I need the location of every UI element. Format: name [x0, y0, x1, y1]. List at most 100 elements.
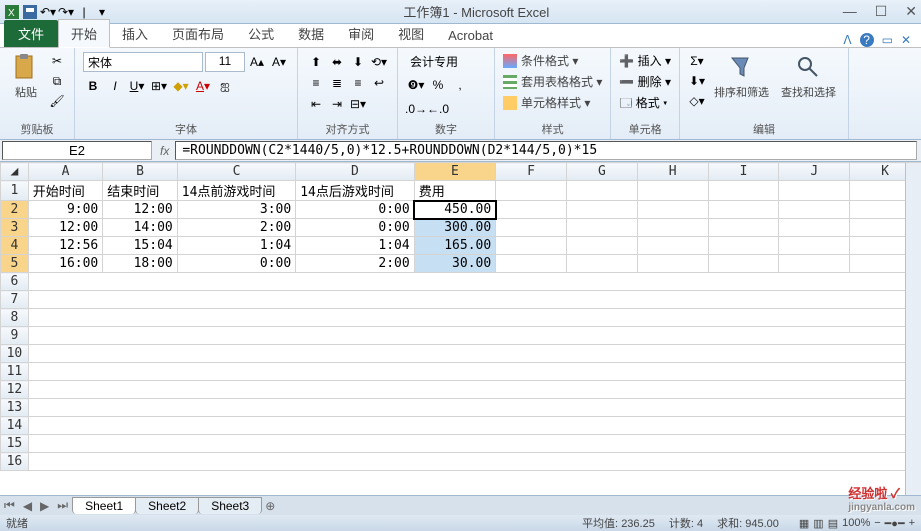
align-left-icon[interactable]: ≡: [306, 73, 326, 93]
insert-cells-button[interactable]: ➕ 插入 ▾: [619, 52, 671, 69]
cell[interactable]: 30.00: [414, 255, 496, 273]
cell[interactable]: 12:00: [28, 219, 102, 237]
tab-review[interactable]: 审阅: [336, 20, 386, 47]
cell[interactable]: 12:56: [28, 237, 102, 255]
tab-view[interactable]: 视图: [386, 20, 436, 47]
col-header[interactable]: E: [414, 163, 496, 181]
active-cell[interactable]: 450.00: [414, 201, 496, 219]
fx-icon[interactable]: fx: [154, 144, 175, 158]
col-header[interactable]: F: [496, 163, 567, 181]
minimize-button[interactable]: —: [843, 3, 857, 20]
col-header[interactable]: D: [296, 163, 414, 181]
worksheet-grid[interactable]: ◢ A B C D E F G H I J K 1 开始时间 结束时间 14点前…: [0, 162, 921, 472]
decrease-font-icon[interactable]: A▾: [269, 52, 289, 72]
delete-cells-button[interactable]: ➖ 删除 ▾: [619, 73, 671, 90]
format-cells-button[interactable]: 🗔 格式 ▾: [619, 94, 667, 115]
format-painter-icon[interactable]: 🖌: [48, 92, 66, 110]
comma-icon[interactable]: ,: [450, 75, 470, 95]
cell[interactable]: 结束时间: [103, 181, 177, 201]
col-header[interactable]: J: [779, 163, 850, 181]
cell[interactable]: 14:00: [103, 219, 177, 237]
zoom-level[interactable]: 100%: [842, 517, 870, 529]
fill-icon[interactable]: ⬇▾: [688, 72, 706, 90]
align-top-icon[interactable]: ⬆: [306, 52, 326, 72]
cell[interactable]: 1:04: [296, 237, 414, 255]
cell[interactable]: 2:00: [296, 255, 414, 273]
font-color-icon[interactable]: A▾: [193, 76, 213, 96]
cell[interactable]: 300.00: [414, 219, 496, 237]
sheet-nav-prev-icon[interactable]: ◀: [19, 499, 36, 513]
zoom-in-icon[interactable]: +: [909, 517, 915, 529]
cell[interactable]: 16:00: [28, 255, 102, 273]
cell[interactable]: 2:00: [177, 219, 295, 237]
align-center-icon[interactable]: ≣: [327, 73, 347, 93]
save-icon[interactable]: [22, 4, 38, 20]
tab-layout[interactable]: 页面布局: [160, 20, 236, 47]
tab-data[interactable]: 数据: [286, 20, 336, 47]
cell[interactable]: 1:04: [177, 237, 295, 255]
close-button[interactable]: ✕: [905, 3, 917, 20]
cell[interactable]: 9:00: [28, 201, 102, 219]
increase-decimal-icon[interactable]: .0→: [406, 99, 426, 119]
accounting-icon[interactable]: ❾▾: [406, 75, 426, 95]
fill-color-icon[interactable]: ◆▾: [171, 76, 191, 96]
view-normal-icon[interactable]: ▦: [799, 517, 809, 530]
row-header[interactable]: 2: [1, 201, 29, 219]
paste-button[interactable]: 粘贴: [8, 52, 44, 102]
underline-icon[interactable]: U▾: [127, 76, 147, 96]
cell-styles-button[interactable]: 单元格样式 ▾: [503, 94, 590, 111]
cell[interactable]: 12:00: [103, 201, 177, 219]
font-size-select[interactable]: 11: [205, 52, 245, 72]
sheet-nav-first-icon[interactable]: ⏮: [0, 498, 19, 513]
qat-customize-icon[interactable]: ▾: [94, 4, 110, 20]
undo-icon[interactable]: ↶▾: [40, 4, 56, 20]
percent-icon[interactable]: %: [428, 75, 448, 95]
row-header[interactable]: 1: [1, 181, 29, 201]
row-header[interactable]: 3: [1, 219, 29, 237]
maximize-button[interactable]: ☐: [875, 3, 888, 20]
align-right-icon[interactable]: ≡: [348, 73, 368, 93]
cell[interactable]: 165.00: [414, 237, 496, 255]
col-header[interactable]: B: [103, 163, 177, 181]
cell[interactable]: 费用: [414, 181, 496, 201]
font-name-select[interactable]: 宋体: [83, 52, 203, 72]
select-all-corner[interactable]: ◢: [1, 163, 29, 181]
help-icon[interactable]: ?: [860, 33, 874, 47]
col-header[interactable]: A: [28, 163, 102, 181]
align-middle-icon[interactable]: ⬌: [327, 52, 347, 72]
decrease-decimal-icon[interactable]: ←.0: [428, 99, 448, 119]
tab-acrobat[interactable]: Acrobat: [436, 24, 505, 47]
increase-indent-icon[interactable]: ⇥: [327, 94, 347, 114]
border-icon[interactable]: ⊞▾: [149, 76, 169, 96]
tab-insert[interactable]: 插入: [110, 20, 160, 47]
view-layout-icon[interactable]: ▥: [813, 517, 823, 530]
cell[interactable]: 14点后游戏时间: [296, 181, 414, 201]
autosum-icon[interactable]: Σ▾: [688, 52, 706, 70]
phonetic-icon[interactable]: ஐ: [215, 76, 235, 96]
cut-icon[interactable]: ✂: [48, 52, 66, 70]
name-box[interactable]: E2: [2, 141, 152, 160]
minimize-ribbon-icon[interactable]: ᐱ: [843, 33, 851, 47]
col-header[interactable]: H: [637, 163, 708, 181]
col-header[interactable]: I: [708, 163, 779, 181]
italic-icon[interactable]: I: [105, 76, 125, 96]
copy-icon[interactable]: ⧉: [48, 72, 66, 90]
zoom-slider[interactable]: ━●━: [885, 517, 905, 530]
tab-home[interactable]: 开始: [58, 19, 110, 48]
orientation-icon[interactable]: ⟲▾: [369, 52, 389, 72]
col-header[interactable]: G: [566, 163, 637, 181]
redo-icon[interactable]: ↷▾: [58, 4, 74, 20]
view-pagebreak-icon[interactable]: ▤: [828, 517, 838, 530]
bold-icon[interactable]: B: [83, 76, 103, 96]
close-workbook-icon[interactable]: ✕: [901, 33, 911, 47]
vertical-scrollbar[interactable]: [905, 163, 921, 495]
sort-filter-button[interactable]: 排序和筛选: [710, 52, 773, 102]
find-select-button[interactable]: 查找和选择: [777, 52, 840, 102]
conditional-format-button[interactable]: 条件格式 ▾: [503, 52, 578, 69]
cell[interactable]: 开始时间: [28, 181, 102, 201]
cell[interactable]: 14点前游戏时间: [177, 181, 295, 201]
clear-icon[interactable]: ◇▾: [688, 92, 706, 110]
sheet-nav-last-icon[interactable]: ⏭: [53, 498, 72, 513]
cell[interactable]: 18:00: [103, 255, 177, 273]
cell[interactable]: 3:00: [177, 201, 295, 219]
